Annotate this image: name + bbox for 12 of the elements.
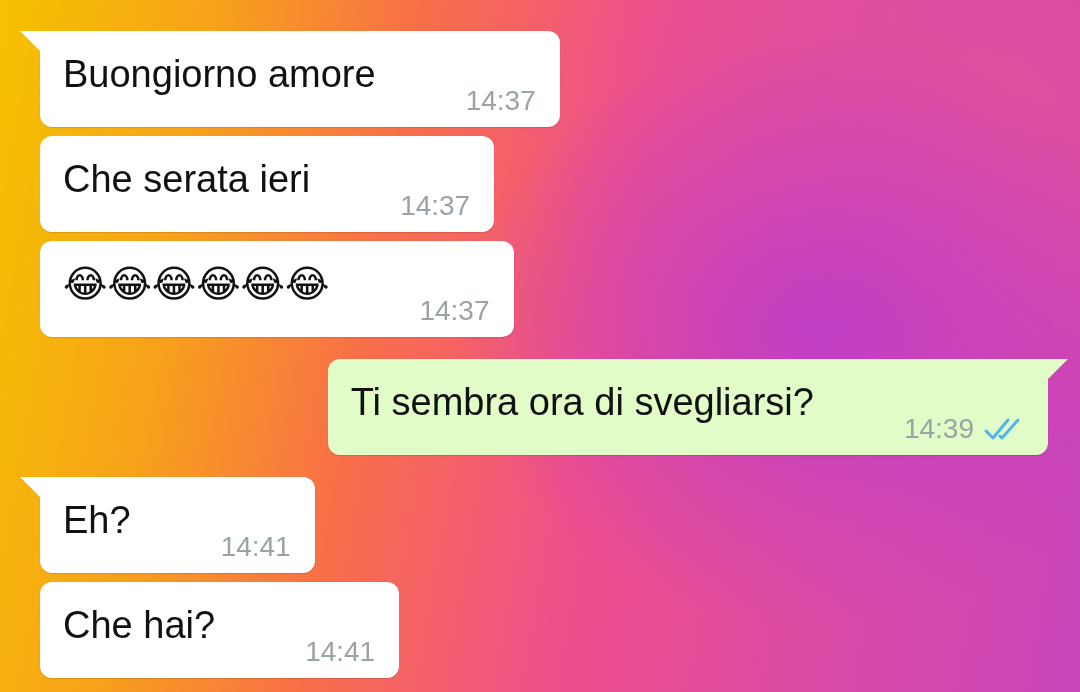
message-time: 14:41 <box>220 531 291 563</box>
message-text: Che serata ieri <box>63 157 311 202</box>
message-time: 14:37 <box>465 85 536 117</box>
message-text: Buongiorno amore <box>63 52 376 97</box>
message-text: Ti sembra ora di svegliarsi? <box>350 380 814 425</box>
message-time: 14:37 <box>400 190 471 222</box>
message-time: 14:41 <box>305 636 376 668</box>
message-text: Eh? <box>63 498 131 543</box>
message-time: 14:39 <box>903 413 974 445</box>
message-text: 😂😂😂😂😂😂 <box>63 262 330 307</box>
message-time: 14:37 <box>419 295 490 327</box>
message-text: Che hai? <box>63 603 216 648</box>
